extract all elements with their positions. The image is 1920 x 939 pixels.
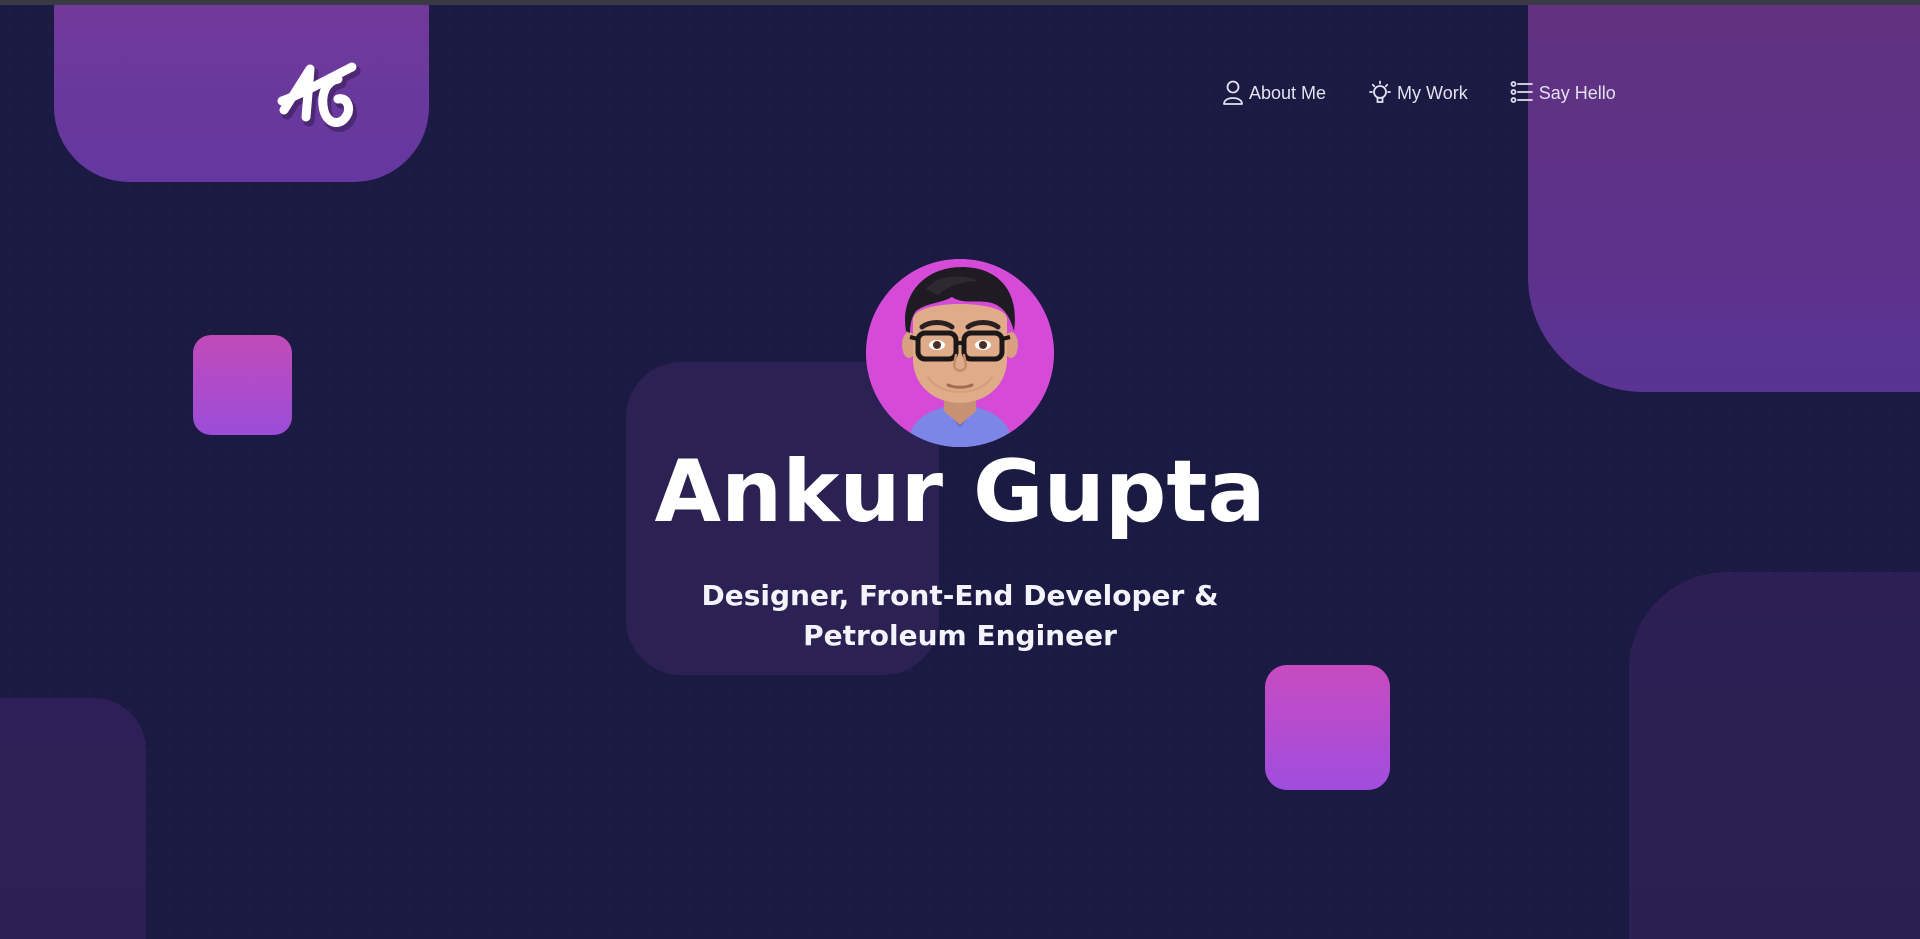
decorative-shape-bottom-left: [0, 698, 146, 939]
nav-about-me[interactable]: About Me: [1222, 80, 1326, 106]
nav-label-about-me: About Me: [1249, 82, 1327, 103]
subtitle-line-1: Designer, Front-End Developer &: [701, 579, 1219, 612]
hero-subtitle: Designer, Front-End Developer & Petroleu…: [0, 576, 1920, 656]
list-icon: [1510, 81, 1533, 103]
avatar: [866, 259, 1054, 447]
decorative-square-left: [193, 335, 292, 435]
subtitle-line-2: Petroleum Engineer: [803, 619, 1117, 652]
decorative-shape-top-right: [1528, 5, 1920, 392]
nav-label-my-work: My Work: [1397, 82, 1468, 103]
signature-logo-graphic: [277, 62, 361, 132]
user-icon: [1223, 80, 1243, 105]
decorative-square-right: [1265, 665, 1390, 790]
nav-label-say-hello: Say Hello: [1538, 82, 1616, 103]
avatar-memoji-graphic: [866, 259, 1054, 447]
nav-say-hello[interactable]: Say Hello: [1510, 80, 1616, 106]
main-nav: About Me My Work Say Hello: [1222, 80, 1616, 106]
signature-logo-icon[interactable]: [276, 55, 361, 140]
lightbulb-icon: [1369, 80, 1391, 103]
nav-my-work[interactable]: My Work: [1368, 80, 1468, 106]
page-title: Ankur Gupta: [654, 442, 1266, 542]
logo-background-shape: [54, 5, 429, 182]
